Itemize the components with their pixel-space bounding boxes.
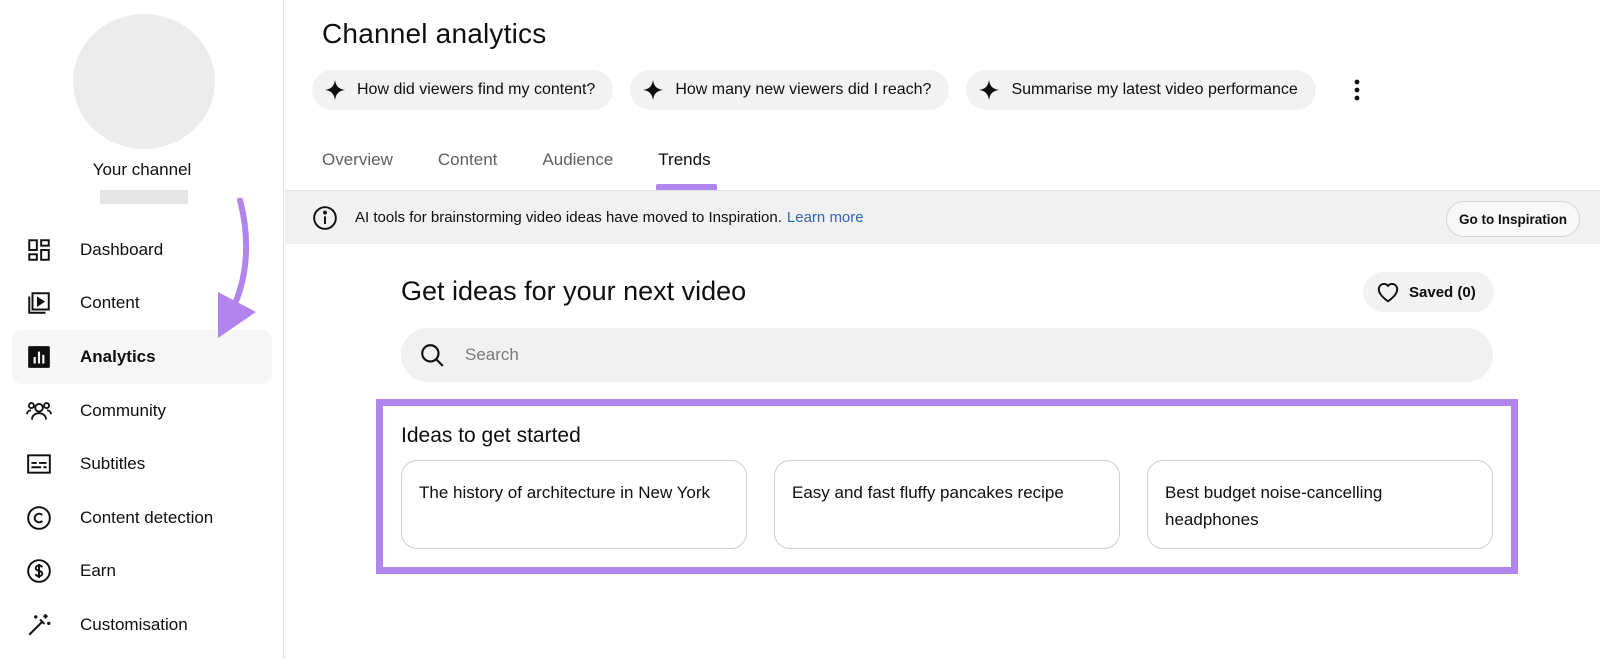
suggestion-chip[interactable]: How many new viewers did I reach? xyxy=(630,70,950,110)
content-icon xyxy=(26,290,52,316)
idea-card[interactable]: The history of architecture in New York xyxy=(401,460,747,549)
sparkle-icon xyxy=(643,79,664,101)
search-input[interactable] xyxy=(465,345,1365,365)
sidebar-item-label: Earn xyxy=(80,561,116,581)
community-icon xyxy=(26,398,52,424)
banner-text: AI tools for brainstorming video ideas h… xyxy=(355,209,782,226)
idea-card[interactable]: Easy and fast fluffy pancakes recipe xyxy=(774,460,1120,549)
tab-audience[interactable]: Audience xyxy=(542,150,613,192)
channel-name: Your channel xyxy=(92,160,192,179)
channel-avatar[interactable] xyxy=(73,14,215,149)
ideas-heading: Get ideas for your next video xyxy=(401,276,747,306)
learn-more-link[interactable]: Learn more xyxy=(787,209,864,226)
suggestion-chip[interactable]: Summarise my latest video performance xyxy=(966,70,1316,110)
sidebar-item-label: Analytics xyxy=(80,346,156,366)
magic-wand-icon xyxy=(26,612,52,638)
chip-label: How did viewers find my content? xyxy=(357,81,596,98)
sidebar-item-label: Content xyxy=(80,293,140,313)
analytics-tabs: Overview Content Audience Trends xyxy=(322,150,756,192)
ideas-started-title: Ideas to get started xyxy=(401,424,581,447)
chip-label: Summarise my latest video performance xyxy=(1011,81,1298,98)
annotation-arrow xyxy=(218,198,256,338)
tab-content[interactable]: Content xyxy=(438,150,498,192)
go-to-inspiration-button[interactable]: Go to Inspiration xyxy=(1446,201,1580,237)
suggestion-chips: How did viewers find my content? How man… xyxy=(312,70,1369,110)
sidebar-item-label: Subtitles xyxy=(80,454,146,474)
sidebar-item-label: Customisation xyxy=(80,614,188,634)
sparkle-icon xyxy=(324,79,346,101)
idea-card[interactable]: Best budget noise-cancelling headphones xyxy=(1147,460,1493,549)
main-panel: Channel analytics How did viewers find m… xyxy=(285,0,1600,659)
sidebar-item-content-detection[interactable]: Content detection xyxy=(12,491,272,545)
chip-label: How many new viewers did I reach? xyxy=(675,81,932,98)
channel-handle-placeholder xyxy=(100,190,188,204)
page-title: Channel analytics xyxy=(322,18,547,49)
sidebar-item-customisation[interactable]: Customisation xyxy=(12,598,272,652)
info-banner: AI tools for brainstorming video ideas h… xyxy=(285,190,1600,244)
subtitles-icon xyxy=(26,451,52,477)
sidebar-item-subtitles[interactable]: Subtitles xyxy=(12,437,272,491)
suggestion-chip[interactable]: How did viewers find my content? xyxy=(312,70,614,110)
sidebar-item-earn[interactable]: Earn xyxy=(12,545,272,599)
more-vertical-icon xyxy=(1354,79,1360,101)
heart-icon xyxy=(1377,283,1399,303)
search-bar xyxy=(401,328,1493,382)
dollar-icon xyxy=(26,558,52,584)
sidebar-item-label: Content detection xyxy=(80,507,214,527)
saved-label: Saved (0) xyxy=(1409,283,1476,301)
more-options-button[interactable] xyxy=(1345,70,1369,110)
info-icon xyxy=(313,205,337,230)
sparkle-icon xyxy=(979,79,1000,101)
tab-trends[interactable]: Trends xyxy=(656,150,717,192)
sidebar-item-community[interactable]: Community xyxy=(12,384,272,438)
dashboard-icon xyxy=(26,237,52,263)
sidebar-item-label: Community xyxy=(80,400,166,420)
sidebar-item-label: Dashboard xyxy=(80,239,164,259)
saved-button[interactable]: Saved (0) xyxy=(1363,272,1494,312)
tab-overview[interactable]: Overview xyxy=(322,150,393,192)
copyright-icon xyxy=(26,505,52,531)
sidebar: Your channel Dashboard Content Analytics… xyxy=(0,0,284,659)
idea-cards: The history of architecture in New York … xyxy=(401,460,1493,549)
analytics-icon xyxy=(26,344,52,370)
search-icon xyxy=(421,344,444,367)
